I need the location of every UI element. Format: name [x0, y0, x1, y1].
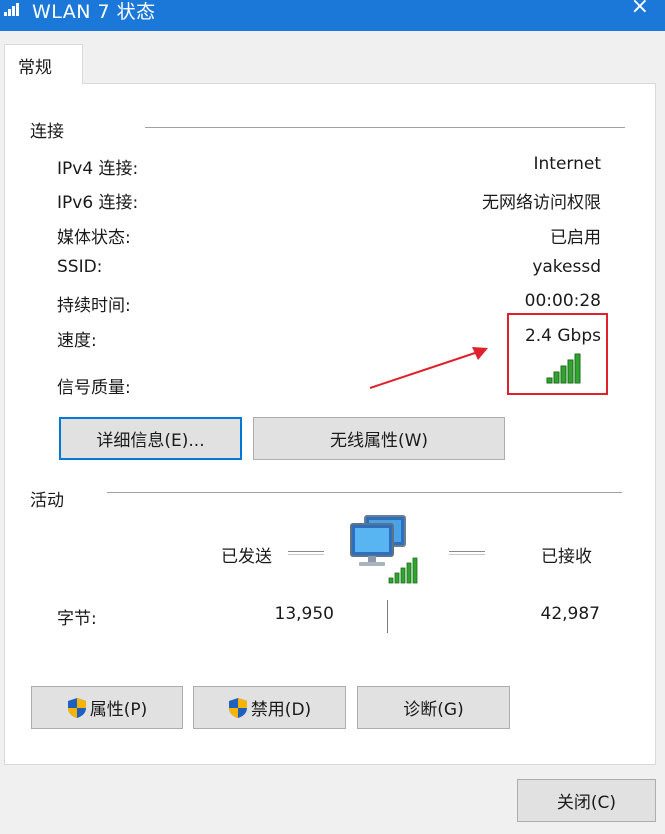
annotation-highlight-box: [507, 313, 608, 395]
tab-general[interactable]: 常规: [4, 44, 83, 84]
bytes-received-value: 42,987: [540, 604, 600, 624]
close-button[interactable]: 关闭(C): [517, 779, 656, 822]
sent-line-shadow: [288, 554, 324, 555]
close-icon[interactable]: ×: [631, 0, 649, 19]
ssid-label: SSID:: [57, 257, 103, 277]
ipv4-value: Internet: [533, 154, 601, 174]
duration-value: 00:00:28: [524, 291, 601, 311]
wifi-signal-icon: [4, 3, 19, 16]
connection-section-label: 连接: [30, 122, 64, 142]
activity-section-label: 活动: [30, 491, 64, 511]
annotation-arrow: [369, 347, 488, 389]
ssid-value: yakessd: [532, 257, 601, 277]
received-line: [449, 551, 485, 552]
activity-divider: [107, 492, 622, 493]
bytes-separator: [387, 600, 388, 633]
ipv4-label: IPv4 连接:: [57, 159, 139, 179]
ipv6-value: 无网络访问权限: [482, 193, 601, 213]
sent-label: 已发送: [221, 547, 272, 567]
speed-label: 速度:: [57, 331, 97, 351]
connection-divider: [145, 127, 625, 128]
uac-shield-icon: [228, 697, 247, 718]
wireless-properties-button[interactable]: 无线属性(W): [253, 417, 505, 460]
properties-button[interactable]: 属性(P): [31, 686, 183, 729]
bytes-label: 字节:: [57, 609, 97, 629]
ipv6-label: IPv6 连接:: [57, 193, 139, 213]
disable-button[interactable]: 禁用(D): [193, 686, 346, 729]
network-computers-icon: [350, 515, 418, 584]
signal-quality-label: 信号质量:: [57, 378, 131, 398]
sent-line: [288, 551, 324, 552]
duration-label: 持续时间:: [57, 296, 131, 316]
properties-button-label: 属性(P): [89, 700, 148, 720]
details-button[interactable]: 详细信息(E)...: [59, 417, 242, 460]
received-label: 已接收: [541, 547, 592, 567]
uac-shield-icon: [67, 697, 86, 718]
title-bar: WLAN 7 状态 ×: [0, 0, 665, 31]
diagnose-button[interactable]: 诊断(G): [357, 686, 510, 729]
bytes-sent-value: 13,950: [274, 604, 334, 624]
received-line-shadow: [449, 554, 485, 555]
tab-general-label: 常规: [18, 58, 52, 78]
window-title: WLAN 7 状态: [32, 1, 156, 23]
disable-button-label: 禁用(D): [250, 700, 312, 720]
media-state-value: 已启用: [550, 228, 601, 248]
media-state-label: 媒体状态:: [57, 228, 131, 248]
